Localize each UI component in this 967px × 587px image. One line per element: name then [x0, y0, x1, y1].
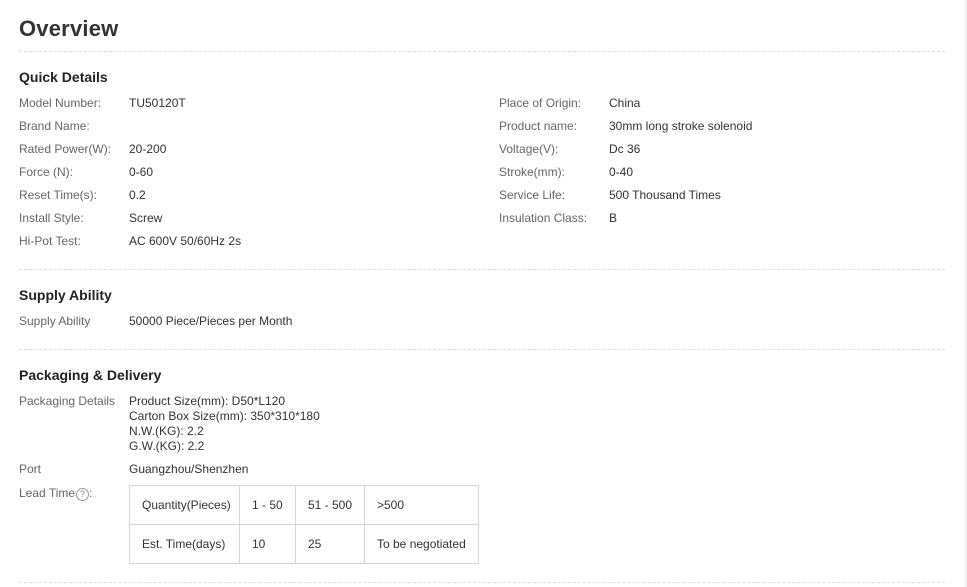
- insulation-class-value: B: [609, 211, 618, 225]
- net-weight-line: N.W.(KG): 2.2: [129, 424, 204, 438]
- carton-box-size-line: Carton Box Size(mm): 350*310*180: [129, 409, 320, 423]
- lead-time-label: Lead Time?:: [19, 486, 93, 501]
- table-cell: >500: [364, 485, 479, 525]
- table-row: Quantity(Pieces) 1 - 50 51 - 500 >500: [129, 485, 479, 525]
- packaging-delivery-heading: Packaging & Delivery: [19, 367, 162, 383]
- install-style-value: Screw: [129, 211, 163, 225]
- quick-details-heading: Quick Details: [19, 69, 108, 85]
- force-label: Force (N):: [19, 165, 73, 179]
- product-name-value: 30mm long stroke solenoid: [609, 119, 753, 133]
- divider: [19, 349, 945, 350]
- packaging-details-label: Packaging Details: [19, 394, 116, 408]
- table-cell: 10: [239, 524, 296, 564]
- table-cell: Quantity(Pieces): [129, 485, 240, 525]
- rated-power-value: 20-200: [129, 142, 167, 156]
- place-of-origin-value: China: [609, 96, 641, 110]
- lead-time-label-text: Lead Time: [19, 486, 76, 500]
- supply-ability-heading: Supply Ability: [19, 287, 112, 303]
- voltage-label: Voltage(V):: [499, 142, 559, 156]
- install-style-label: Install Style:: [19, 211, 84, 225]
- lead-time-table: Quantity(Pieces) 1 - 50 51 - 500 >500 Es…: [129, 485, 479, 564]
- table-cell: To be negotiated: [364, 524, 479, 564]
- table-cell: 51 - 500: [295, 485, 365, 525]
- voltage-value: Dc 36: [609, 142, 641, 156]
- divider: [19, 51, 945, 52]
- service-life-value: 500 Thousand Times: [609, 188, 721, 202]
- divider: [19, 269, 945, 270]
- question-circle-icon[interactable]: ?: [76, 488, 90, 501]
- place-of-origin-label: Place of Origin:: [499, 96, 582, 110]
- page-title: Overview: [19, 16, 119, 41]
- packaging-details-value: Product Size(mm): D50*L120 Carton Box Si…: [129, 394, 320, 454]
- force-value: 0-60: [129, 165, 154, 179]
- reset-time-label: Reset Time(s):: [19, 188, 98, 202]
- reset-time-value: 0.2: [129, 188, 146, 202]
- gross-weight-line: G.W.(KG): 2.2: [129, 439, 205, 453]
- stroke-value: 0-40: [609, 165, 634, 179]
- service-life-label: Service Life:: [499, 188, 566, 202]
- insulation-class-label: Insulation Class:: [499, 211, 588, 225]
- table-cell: 25: [295, 524, 365, 564]
- port-label: Port: [19, 462, 42, 476]
- divider: [19, 582, 945, 583]
- table-cell: Est. Time(days): [129, 524, 240, 564]
- product-name-label: Product name:: [499, 119, 578, 133]
- table-cell: 1 - 50: [239, 485, 296, 525]
- supply-ability-label: Supply Ability: [19, 314, 91, 328]
- brand-name-label: Brand Name:: [19, 119, 90, 133]
- rated-power-label: Rated Power(W):: [19, 142, 112, 156]
- hi-pot-test-label: Hi-Pot Test:: [19, 234, 81, 248]
- product-size-line: Product Size(mm): D50*L120: [129, 394, 286, 408]
- port-value: Guangzhou/Shenzhen: [129, 462, 249, 476]
- stroke-label: Stroke(mm):: [499, 165, 565, 179]
- model-number-label: Model Number:: [19, 96, 102, 110]
- model-number-value: TU50120T: [129, 96, 186, 110]
- hi-pot-test-value: AC 600V 50/60Hz 2s: [129, 234, 242, 248]
- supply-ability-value: 50000 Piece/Pieces per Month: [129, 314, 293, 328]
- table-row: Est. Time(days) 10 25 To be negotiated: [129, 524, 479, 564]
